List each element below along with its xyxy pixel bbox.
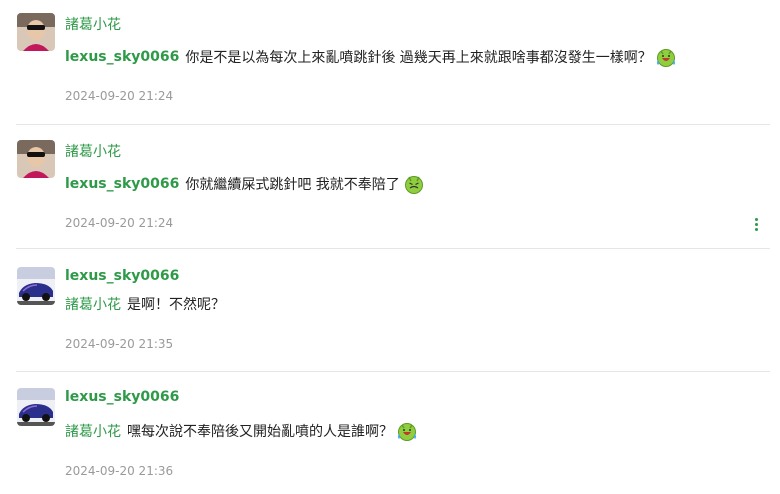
avatar[interactable] <box>17 140 55 178</box>
comment-text: 嘿每次說不奉陪後又開始亂噴的人是誰啊？ <box>127 424 393 440</box>
avatar[interactable] <box>17 388 55 426</box>
comment-timestamp: 2024-09-20 21:36 <box>65 464 174 478</box>
avatar[interactable] <box>17 13 55 51</box>
divider <box>16 371 770 372</box>
mention-link[interactable]: lexus_sky0066 <box>65 176 179 192</box>
comment-timestamp: 2024-09-20 21:35 <box>65 337 174 351</box>
comment-body: lexus_sky0066 你就繼續屎式跳針吧 我就不奉陪了 <box>65 173 425 195</box>
comment-timestamp: 2024-09-20 21:24 <box>65 216 174 230</box>
comment-author[interactable]: 諸葛小花 <box>65 141 121 161</box>
sweat-laugh-emoji-icon <box>655 46 677 68</box>
comment-body: 諸葛小花 是啊！不然呢？ <box>65 293 225 315</box>
more-options-icon[interactable] <box>750 214 762 234</box>
comment-text: 你是不是以為每次上來亂噴跳針後 過幾天再上來就跟啥事都沒發生一樣啊？ <box>185 50 652 66</box>
mention-link[interactable]: 諸葛小花 <box>65 421 121 441</box>
sweat-laugh-emoji-icon <box>396 420 418 442</box>
comment-body: 諸葛小花 嘿每次說不奉陪後又開始亂噴的人是誰啊？ <box>65 420 418 442</box>
avatar[interactable] <box>17 267 55 305</box>
disgusted-emoji-icon <box>403 173 425 195</box>
comment-text: 你就繼續屎式跳針吧 我就不奉陪了 <box>185 177 400 193</box>
comment-timestamp: 2024-09-20 21:24 <box>65 89 174 103</box>
comment-body: lexus_sky0066 你是不是以為每次上來亂噴跳針後 過幾天再上來就跟啥事… <box>65 46 677 68</box>
comment-text: 是啊！不然呢？ <box>127 297 225 313</box>
mention-link[interactable]: lexus_sky0066 <box>65 49 179 65</box>
comment-author[interactable]: lexus_sky0066 <box>65 389 179 405</box>
mention-link[interactable]: 諸葛小花 <box>65 294 121 314</box>
divider <box>16 248 770 249</box>
comment-author[interactable]: lexus_sky0066 <box>65 268 179 284</box>
comment-author[interactable]: 諸葛小花 <box>65 14 121 34</box>
divider <box>16 124 770 125</box>
